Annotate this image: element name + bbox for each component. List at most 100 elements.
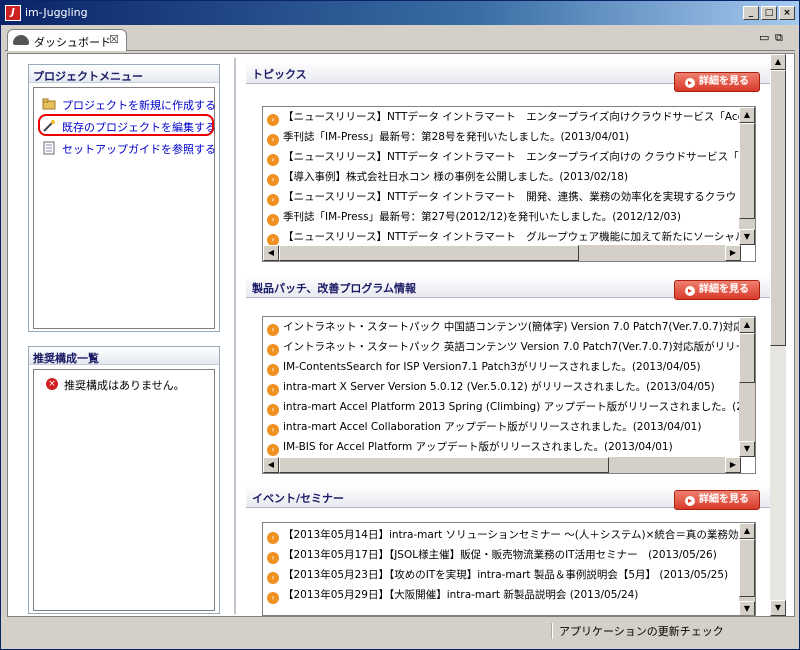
arrow-circle-icon: › bbox=[267, 324, 279, 336]
create-project-label: プロジェクトを新規に作成する bbox=[62, 99, 216, 112]
window-title: im-Juggling bbox=[25, 6, 88, 19]
dashboard-gauge-icon bbox=[13, 35, 29, 45]
editor-tab-strip: ダッシュボード ☒ bbox=[5, 29, 795, 51]
list-item[interactable]: › 季刊誌「IM-Press」最新号：第27号(2012/12)を発刊いたしました… bbox=[267, 209, 681, 229]
scroll-right-icon[interactable]: ▶ bbox=[725, 245, 741, 261]
list-item[interactable]: › intra-mart X Server Version 5.0.12 (Ver… bbox=[267, 379, 715, 399]
setup-guide-label: セットアップガイドを参照する bbox=[62, 143, 216, 156]
scroll-up-icon[interactable]: ▲ bbox=[739, 107, 755, 123]
project-menu-list: プロジェクトを新規に作成する 既存のプロジェクトを編集する セットアップガイドを… bbox=[33, 87, 216, 329]
scroll-thumb[interactable] bbox=[279, 245, 579, 261]
minimize-button[interactable]: _ bbox=[743, 6, 759, 20]
scroll-left-icon[interactable]: ◀ bbox=[263, 245, 279, 261]
close-button[interactable]: × bbox=[779, 6, 795, 20]
list-item[interactable]: › intra-mart Accel Platform 2013 Spring (… bbox=[267, 399, 755, 419]
list-item[interactable]: › 【ニュースリリース】NTTデータ イントラマート エンタープライズ向けクラウド… bbox=[267, 109, 755, 129]
events-more-button[interactable]: ▸ 詳細を見る bbox=[674, 490, 760, 510]
vertical-scrollbar[interactable]: ▲ ▼ bbox=[739, 317, 755, 457]
project-menu-panel: プロジェクトメニュー プロジェクトを新規に作成する 既存のプロジェクトを編集する… bbox=[28, 64, 220, 332]
vertical-scrollbar[interactable]: ▲ ▼ bbox=[739, 107, 755, 245]
arrow-circle-icon: ▸ bbox=[685, 78, 695, 88]
column-divider bbox=[234, 58, 236, 614]
update-check-status: アプリケーションの更新チェック bbox=[551, 623, 724, 639]
topics-more-label: 詳細を見る bbox=[699, 76, 749, 87]
topics-section: トピックス ▸ 詳細を見る › 【ニュースリリース】NTTデータ イントラマート エ… bbox=[246, 62, 770, 266]
list-item[interactable]: › イントラネット・スタートパック 中国語コンテンツ(簡体字) Version 7… bbox=[267, 319, 755, 339]
scroll-thumb[interactable] bbox=[739, 333, 755, 383]
events-more-label: 詳細を見る bbox=[699, 494, 749, 505]
view-minimize-icon[interactable]: ▭ bbox=[759, 31, 769, 44]
events-list[interactable]: › 【2013年05月14日】intra-mart ソリューションセミナー ～(人… bbox=[262, 522, 756, 616]
list-item[interactable]: › IM-BIS for Accel Platform アップデート版がリリースさ… bbox=[267, 439, 673, 459]
scroll-up-icon[interactable]: ▲ bbox=[770, 54, 786, 70]
scroll-right-icon[interactable]: ▶ bbox=[725, 457, 741, 473]
maximize-button[interactable]: □ bbox=[761, 6, 777, 20]
recommended-empty-message: 推奨構成はありません。 bbox=[64, 379, 185, 392]
arrow-circle-icon: › bbox=[267, 572, 279, 584]
list-item[interactable]: › 【ニュースリリース】NTTデータ イントラマート 開発、連携、業務の効率化を実… bbox=[267, 189, 755, 209]
recommended-list: × 推奨構成はありません。 bbox=[33, 369, 215, 611]
view-maximize-icon[interactable]: ⧉ bbox=[775, 31, 783, 45]
app-window: J im-Juggling _ □ × ダッシュボード ☒ ▭ ⧉ プロジェクト… bbox=[0, 0, 800, 650]
list-item[interactable]: › IM-ContentsSearch for ISP Version7.1 Pa… bbox=[267, 359, 701, 379]
patches-section: 製品パッチ、改善プログラム情報 ▸ 詳細を見る › イントラネット・スタートパック … bbox=[246, 276, 770, 480]
scroll-thumb[interactable] bbox=[279, 457, 609, 473]
patches-more-button[interactable]: ▸ 詳細を見る bbox=[674, 280, 760, 300]
list-item[interactable]: › 【2013年05月23日】【攻めのITを実現】intra-mart 製品＆事例… bbox=[267, 567, 728, 587]
tab-dashboard[interactable]: ダッシュボード ☒ bbox=[7, 29, 127, 51]
arrow-circle-icon: › bbox=[267, 384, 279, 396]
arrow-circle-icon: ▸ bbox=[685, 286, 695, 296]
horizontal-scrollbar[interactable]: ◀ ▶ bbox=[263, 245, 741, 261]
tab-dashboard-label: ダッシュボード bbox=[34, 36, 111, 49]
list-item[interactable]: › 季刊誌「IM-Press」最新号：第28号を発刊いたしました。(2013/04… bbox=[267, 129, 629, 149]
guide-document-icon bbox=[43, 141, 55, 155]
list-item[interactable]: › 【ニュースリリース】NTTデータ イントラマート エンタープライズ向けの クラ… bbox=[267, 149, 755, 169]
status-bar: アプリケーションの更新チェック bbox=[1, 619, 799, 649]
vertical-scrollbar[interactable]: ▲ ▼ bbox=[739, 523, 755, 615]
list-item[interactable]: › intra-mart Accel Collaboration アップデート版が… bbox=[267, 419, 701, 439]
error-icon: × bbox=[46, 378, 58, 390]
scroll-up-icon[interactable]: ▲ bbox=[739, 523, 755, 539]
arrow-circle-icon: › bbox=[267, 404, 279, 416]
app-logo-icon: J bbox=[5, 5, 21, 21]
arrow-circle-icon: › bbox=[267, 214, 279, 226]
dashboard-scrollbar[interactable]: ▲ ▼ bbox=[770, 54, 786, 616]
list-item[interactable]: › 【導入事例】株式会社日水コン 様の事例を公開しました。(2013/02/18) bbox=[267, 169, 628, 189]
recommended-title: 推奨構成一覧 bbox=[29, 347, 219, 365]
patches-more-label: 詳細を見る bbox=[699, 284, 749, 295]
patches-list[interactable]: › イントラネット・スタートパック 中国語コンテンツ(簡体字) Version 7… bbox=[262, 316, 756, 474]
scroll-thumb[interactable] bbox=[770, 70, 786, 346]
list-item[interactable]: › 【2013年05月29日】【大阪開催】intra-mart 新製品説明会 (2… bbox=[267, 587, 638, 607]
scroll-down-icon[interactable]: ▼ bbox=[739, 441, 755, 457]
scroll-up-icon[interactable]: ▲ bbox=[739, 317, 755, 333]
list-item[interactable]: › 【2013年05月14日】intra-mart ソリューションセミナー ～(人… bbox=[267, 527, 749, 547]
list-item[interactable]: › イントラネット・スタートパック 英語コンテンツ Version 7.0 Pat… bbox=[267, 339, 755, 359]
scroll-down-icon[interactable]: ▼ bbox=[739, 601, 755, 615]
scroll-left-icon[interactable]: ◀ bbox=[263, 457, 279, 473]
horizontal-scrollbar[interactable]: ◀ ▶ bbox=[263, 457, 741, 473]
arrow-circle-icon: › bbox=[267, 174, 279, 186]
arrow-circle-icon: › bbox=[267, 592, 279, 604]
edit-project-highlight bbox=[38, 114, 214, 136]
arrow-circle-icon: › bbox=[267, 114, 279, 126]
arrow-circle-icon: › bbox=[267, 194, 279, 206]
arrow-circle-icon: › bbox=[267, 154, 279, 166]
arrow-circle-icon: › bbox=[267, 364, 279, 376]
arrow-circle-icon: › bbox=[267, 532, 279, 544]
project-menu-title: プロジェクトメニュー bbox=[29, 65, 219, 83]
arrow-circle-icon: › bbox=[267, 344, 279, 356]
arrow-circle-icon: › bbox=[267, 444, 279, 456]
events-section: イベント/セミナー ▸ 詳細を見る › 【2013年05月14日】intra-mar… bbox=[246, 486, 770, 616]
list-item[interactable]: › 【2013年05月17日】【JSOL様主催】販促・販売物流業務のIT活用セミナ… bbox=[267, 547, 717, 567]
arrow-circle-icon: ▸ bbox=[685, 496, 695, 506]
scroll-down-icon[interactable]: ▼ bbox=[739, 229, 755, 245]
title-bar[interactable]: J im-Juggling _ □ × bbox=[1, 1, 799, 25]
scroll-thumb[interactable] bbox=[739, 123, 755, 219]
tab-close-icon[interactable]: ☒ bbox=[109, 33, 119, 46]
topics-list[interactable]: › 【ニュースリリース】NTTデータ イントラマート エンタープライズ向けクラウド… bbox=[262, 106, 756, 262]
recommended-panel: 推奨構成一覧 × 推奨構成はありません。 bbox=[28, 346, 220, 614]
scroll-thumb[interactable] bbox=[739, 539, 755, 597]
scroll-down-icon[interactable]: ▼ bbox=[770, 600, 786, 616]
arrow-circle-icon: › bbox=[267, 552, 279, 564]
topics-more-button[interactable]: ▸ 詳細を見る bbox=[674, 72, 760, 92]
